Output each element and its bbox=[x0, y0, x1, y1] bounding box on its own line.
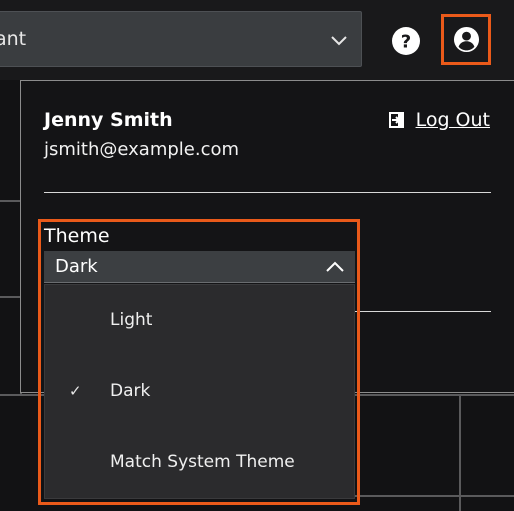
background-divider bbox=[0, 200, 20, 202]
user-email: jsmith@example.com bbox=[44, 139, 240, 160]
logout-label: Log Out bbox=[415, 109, 490, 131]
tenant-select[interactable]: ant bbox=[0, 11, 362, 67]
theme-highlight-box bbox=[38, 219, 360, 505]
chevron-down-icon bbox=[331, 36, 347, 46]
divider bbox=[44, 192, 491, 193]
background-divider bbox=[355, 394, 514, 396]
background-divider bbox=[355, 495, 514, 497]
profile-button[interactable] bbox=[441, 14, 491, 65]
user-avatar-icon bbox=[453, 26, 480, 53]
tenant-select-value: ant bbox=[0, 28, 27, 50]
logout-arrow-icon bbox=[388, 112, 404, 128]
svg-text:?: ? bbox=[401, 32, 411, 53]
help-icon[interactable]: ? bbox=[390, 25, 422, 57]
background-divider bbox=[459, 394, 461, 511]
user-name: Jenny Smith bbox=[44, 109, 173, 131]
logout-link[interactable]: Log Out bbox=[388, 109, 490, 131]
top-bar: ant ? bbox=[0, 0, 514, 80]
